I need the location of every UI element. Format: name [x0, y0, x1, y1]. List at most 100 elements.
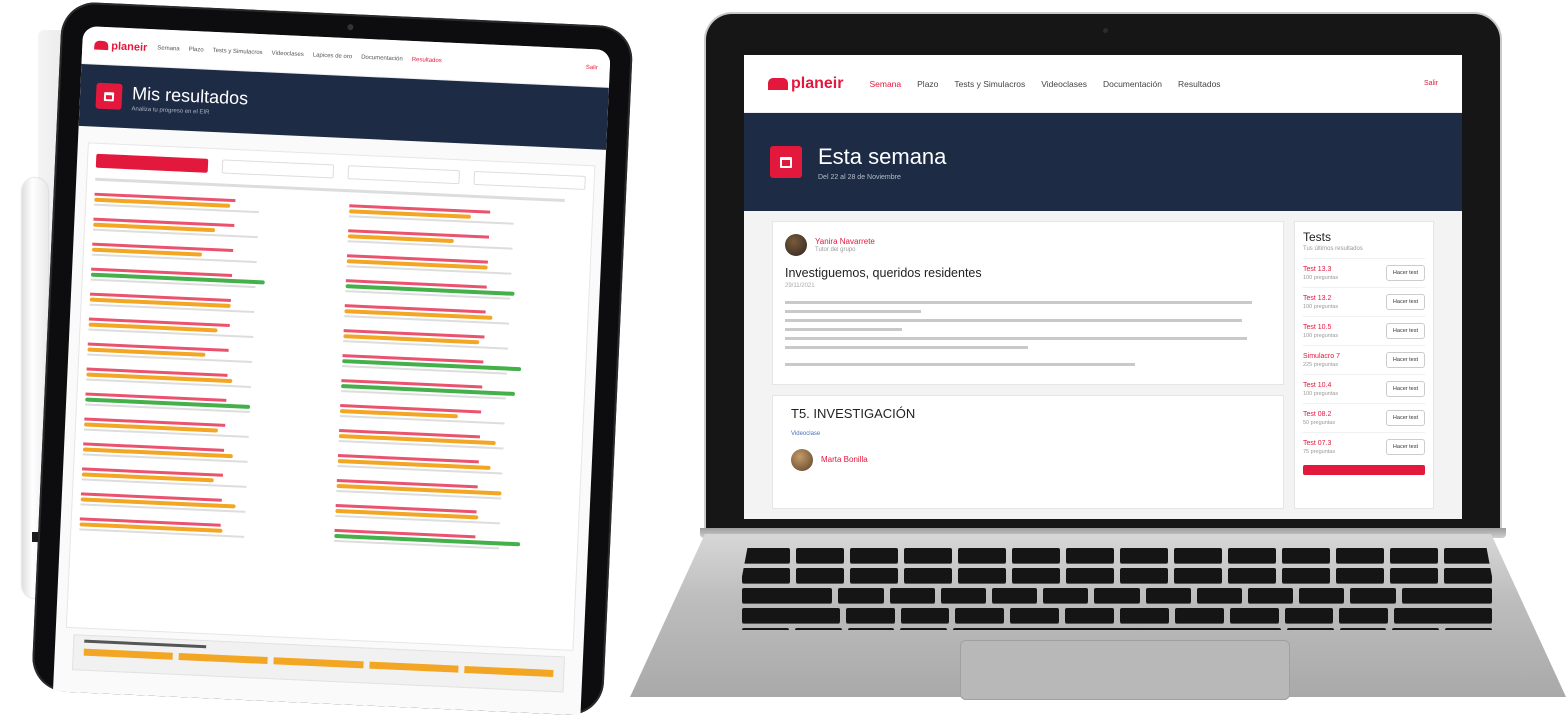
start-test-button[interactable]: Hacer test — [1385, 294, 1425, 310]
laptop-screen: planeir Semana Plazo Tests y Simulacros … — [744, 55, 1462, 519]
results-tab[interactable] — [473, 170, 586, 190]
tablet-camera — [347, 23, 354, 31]
results-tabs — [95, 153, 586, 190]
keyboard-key — [1120, 608, 1169, 623]
result-row — [91, 242, 327, 267]
nav-item[interactable]: Lapices de oro — [313, 52, 353, 60]
result-row — [347, 229, 583, 253]
results-card — [65, 142, 596, 651]
keyboard-key — [1282, 548, 1330, 563]
start-test-button[interactable]: Hacer test — [1385, 265, 1425, 281]
nav-item[interactable]: Resultados — [1178, 79, 1221, 89]
keyboard-key — [1120, 568, 1168, 583]
keyboard-key — [742, 548, 790, 563]
result-row — [81, 467, 317, 491]
nav-item[interactable]: Tests y Simulacros — [954, 79, 1025, 89]
start-test-button[interactable]: Hacer test — [1385, 352, 1425, 368]
keyboard-key — [1282, 568, 1330, 583]
test-item: Test 13.2 100 preguntas Hacer test — [1303, 287, 1425, 316]
start-test-button[interactable]: Hacer test — [1385, 410, 1425, 426]
results-tab[interactable] — [221, 159, 335, 179]
keyboard-key — [1336, 548, 1384, 563]
keyboard-key — [1066, 568, 1114, 583]
nav-item[interactable]: Videoclases — [271, 50, 303, 57]
keyboard-key — [958, 568, 1006, 583]
footer-bars — [83, 648, 554, 677]
result-row — [336, 478, 571, 503]
keyboard-key — [904, 548, 952, 563]
nav-item[interactable]: Semana — [157, 45, 180, 52]
author-name[interactable]: Yanira Navarrete — [815, 237, 875, 246]
author-role: Tutor del grupo — [815, 247, 856, 253]
laptop-content: Yanira Navarrete Tutor del grupo Investi… — [744, 211, 1462, 519]
test-name[interactable]: Test 07.3 — [1303, 440, 1335, 447]
test-name[interactable]: Test 13.3 — [1303, 266, 1338, 273]
keyboard-key — [1012, 548, 1060, 563]
laptop-nav-menu: Semana Plazo Tests y Simulacros Videocla… — [869, 79, 1220, 89]
keyboard-key — [1401, 588, 1493, 603]
logo-text: planeir — [111, 39, 148, 54]
nav-item-active[interactable]: Resultados — [412, 56, 442, 63]
start-test-button[interactable]: Hacer test — [1385, 381, 1425, 397]
post-body — [785, 301, 1271, 366]
results-column-left — [79, 192, 330, 553]
logout-link[interactable]: Salir — [1424, 80, 1438, 87]
result-row — [83, 417, 319, 441]
keyboard-key — [992, 588, 1038, 603]
keyboard-key — [1444, 568, 1492, 583]
result-row — [334, 528, 569, 553]
test-name[interactable]: Test 13.2 — [1303, 295, 1338, 302]
sidebar-subtitle: Tus últimos resultados — [1303, 246, 1363, 252]
weekly-post-card: Yanira Navarrete Tutor del grupo Investi… — [772, 221, 1284, 385]
laptop-page-banner: Esta semana Del 22 al 28 de Noviembre — [744, 113, 1462, 211]
start-test-button[interactable]: Hacer test — [1385, 439, 1425, 455]
main-column: Yanira Navarrete Tutor del grupo Investi… — [772, 221, 1284, 509]
nav-item[interactable]: Plazo — [917, 79, 938, 89]
result-row — [94, 192, 329, 217]
keyboard-key — [1066, 548, 1114, 563]
keyboard-key — [955, 608, 1005, 623]
keyboard-row — [732, 588, 1502, 603]
results-tab-active[interactable] — [95, 153, 209, 173]
calendar-icon — [770, 146, 802, 178]
sidebar-cta-button[interactable] — [1303, 465, 1425, 475]
keyboard-key — [796, 568, 844, 583]
test-item: Test 10.5 100 preguntas Hacer test — [1303, 316, 1425, 345]
topic-card: T5. INVESTIGACIÓN Videoclase Marta Bonil… — [772, 395, 1284, 509]
nav-item[interactable]: Plazo — [189, 46, 204, 53]
start-test-button[interactable]: Hacer test — [1385, 323, 1425, 339]
result-row — [340, 379, 576, 403]
keyboard-row — [732, 568, 1502, 583]
tablet-logo[interactable]: planeir — [94, 39, 148, 53]
footer-bar — [464, 665, 554, 677]
keyboard-key — [838, 588, 884, 603]
test-questions: 75 preguntas — [1303, 448, 1336, 455]
test-questions: 100 preguntas — [1303, 274, 1339, 281]
tablet-nav-menu: Semana Plazo Tests y Simulacros Videocla… — [157, 45, 442, 64]
test-name[interactable]: Test 08.2 — [1303, 411, 1335, 418]
nav-item[interactable]: Videoclases — [1041, 79, 1087, 89]
test-name[interactable]: Simulacro 7 — [1303, 353, 1340, 360]
nav-item[interactable]: Tests y Simulacros — [213, 47, 263, 55]
test-questions: 225 preguntas — [1303, 361, 1339, 368]
post-date: 29/11/2021 — [785, 283, 815, 289]
result-row — [88, 317, 323, 342]
keyboard-row — [732, 548, 1502, 563]
laptop-logo[interactable]: planeir — [768, 75, 843, 93]
result-row — [344, 304, 579, 328]
nav-item[interactable]: Documentación — [361, 54, 403, 62]
nav-item-active[interactable]: Semana — [869, 79, 901, 89]
logo-mark-icon — [94, 40, 109, 51]
test-name[interactable]: Test 10.4 — [1303, 382, 1338, 389]
nav-item[interactable]: Documentación — [1103, 79, 1162, 89]
tablet-device: planeir Semana Plazo Tests y Simulacros … — [30, 1, 634, 716]
logout-link[interactable]: Salir — [586, 64, 598, 71]
results-tab[interactable] — [347, 165, 461, 185]
keyboard-key — [1299, 588, 1345, 603]
test-name[interactable]: Test 10.5 — [1303, 324, 1338, 331]
author-name[interactable]: Marta Bonilla — [821, 455, 868, 464]
keyboard-key — [1336, 568, 1384, 583]
topic-video-link[interactable]: Videoclase — [791, 431, 1265, 437]
keyboard-key — [889, 588, 935, 603]
result-row — [335, 503, 570, 528]
